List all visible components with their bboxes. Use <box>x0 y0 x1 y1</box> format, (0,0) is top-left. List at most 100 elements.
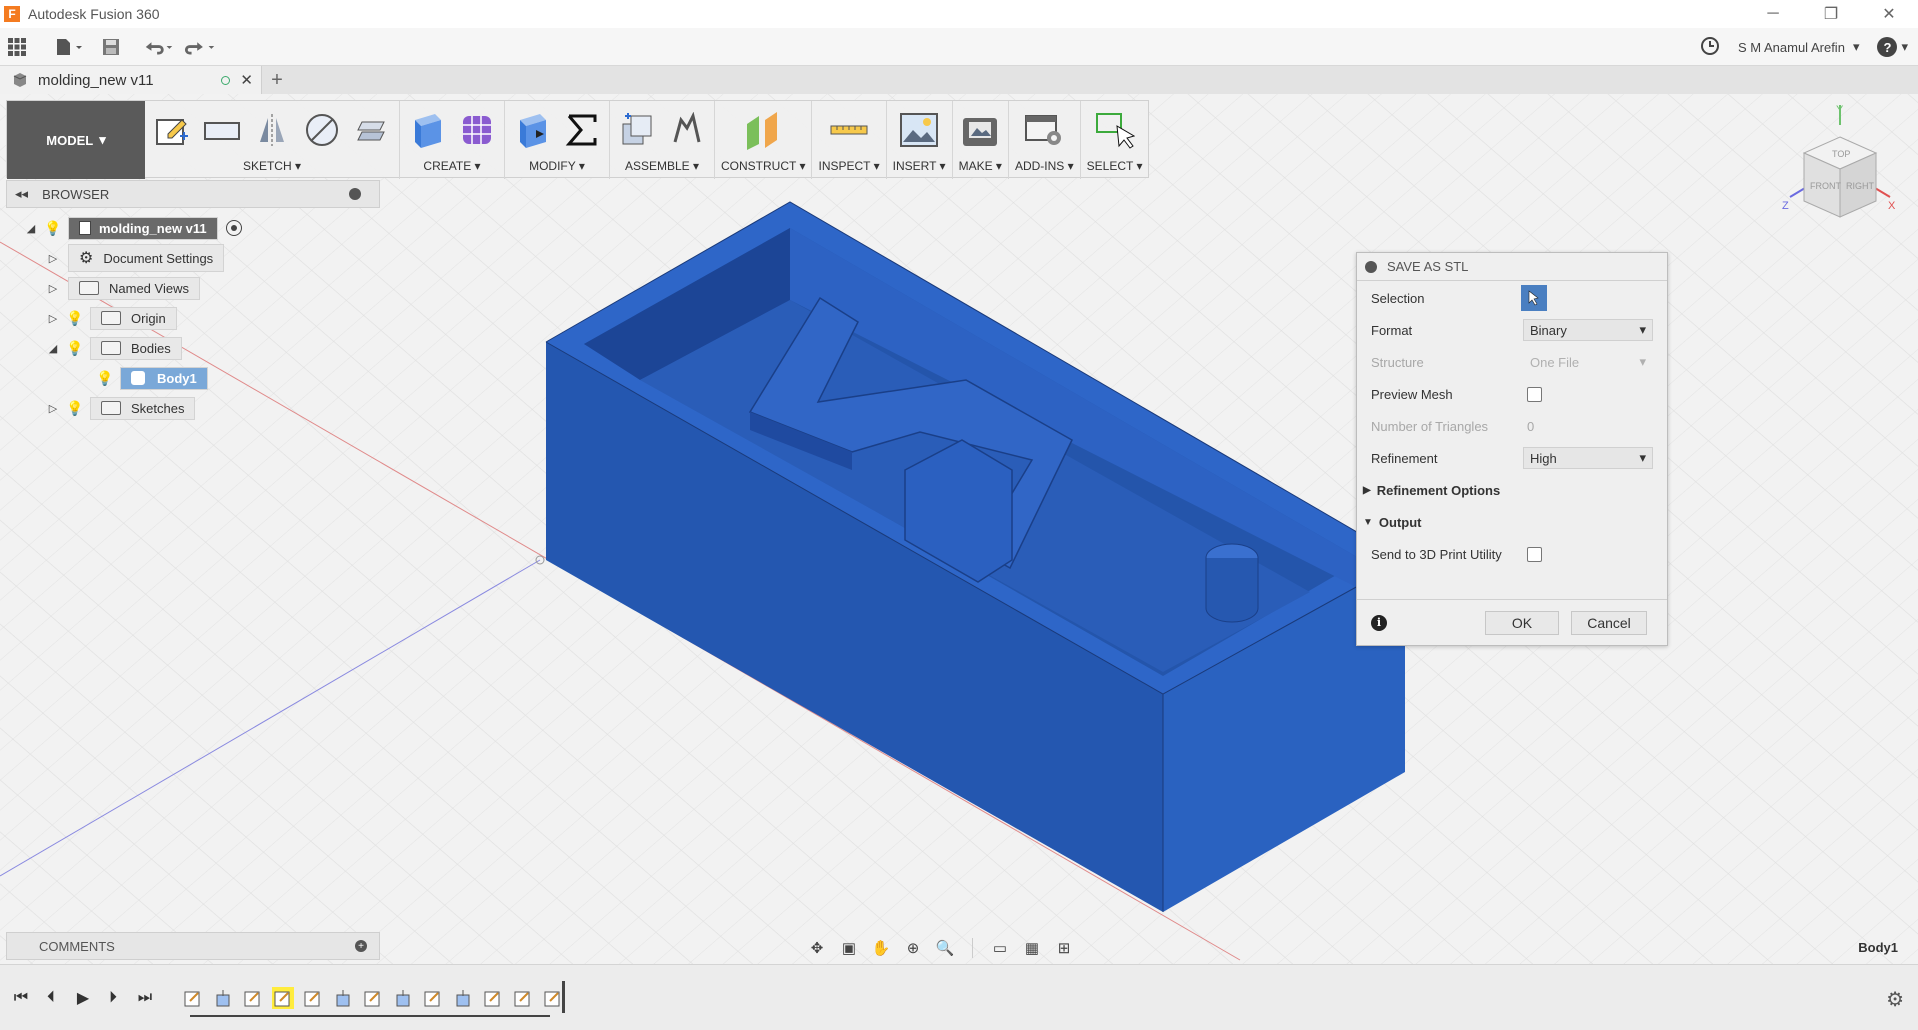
timeline-extrude-feature[interactable] <box>452 987 474 1009</box>
viewports-icon[interactable]: ⊞ <box>1053 937 1075 959</box>
insert-group-label[interactable]: INSERT ▾ <box>893 159 946 173</box>
create-group-label[interactable]: CREATE ▾ <box>423 159 480 173</box>
inspect-group-label[interactable]: INSPECT ▾ <box>818 159 879 173</box>
close-window-button[interactable]: ✕ <box>1860 0 1918 28</box>
fit-icon[interactable]: 🔍 <box>934 937 956 959</box>
data-panel-grid-icon[interactable] <box>0 32 34 62</box>
expand-triangle-icon[interactable]: ▷ <box>46 281 60 295</box>
ok-button[interactable]: OK <box>1485 610 1559 635</box>
timeline-sketch-feature[interactable] <box>242 987 264 1009</box>
selection-cursor-button[interactable] <box>1521 285 1547 311</box>
tree-item-document-settings[interactable]: ▷ ⚙ Document Settings <box>46 244 225 272</box>
add-comment-icon[interactable]: + <box>355 940 367 952</box>
circle-icon[interactable] <box>301 109 343 151</box>
tree-item-named-views[interactable]: ▷ Named Views <box>46 276 200 300</box>
tab-molding-new[interactable]: molding_new v11 ✕ <box>0 66 262 94</box>
scripts-addins-icon[interactable] <box>1023 109 1065 151</box>
output-section[interactable]: ▼ Output <box>1363 515 1422 530</box>
help-menu[interactable]: ? ▾ <box>1877 37 1908 57</box>
comments-panel[interactable]: COMMENTS + <box>6 932 380 960</box>
insert-image-icon[interactable] <box>898 109 940 151</box>
select-cursor-icon[interactable] <box>1094 109 1136 151</box>
expand-triangle-icon[interactable]: ◢ <box>24 221 38 235</box>
timeline-sketch-feature[interactable] <box>482 987 504 1009</box>
offset-plane-icon[interactable] <box>742 109 784 151</box>
redo-icon[interactable] <box>184 32 218 62</box>
sketch-group-label[interactable]: SKETCH ▾ <box>243 159 301 173</box>
look-at-icon[interactable]: ▣ <box>838 937 860 959</box>
step-back-icon[interactable]: ⏴ <box>40 987 62 1009</box>
dialog-header[interactable]: SAVE AS STL <box>1357 253 1667 281</box>
go-to-end-icon[interactable]: ⏭ <box>134 987 156 1009</box>
modify-group-label[interactable]: MODIFY ▾ <box>529 159 585 173</box>
make-group-label[interactable]: MAKE ▾ <box>959 159 1002 173</box>
timeline-sketch-feature[interactable] <box>362 987 384 1009</box>
timeline-marker[interactable] <box>562 981 565 1013</box>
root-component-label[interactable]: molding_new v11 <box>68 216 218 240</box>
display-settings-icon[interactable]: ▭ <box>989 937 1011 959</box>
timeline-sketch-feature[interactable] <box>512 987 534 1009</box>
form-icon[interactable] <box>456 109 498 151</box>
timeline-settings-gear-icon[interactable]: ⚙ <box>1886 987 1904 1012</box>
format-select[interactable]: Binary ▾ <box>1523 319 1653 341</box>
visibility-bulb-icon[interactable]: 💡 <box>44 219 61 237</box>
send-3d-print-checkbox[interactable] <box>1527 546 1542 562</box>
assemble-group-label[interactable]: ASSEMBLE ▾ <box>625 159 699 173</box>
add-ins-group-label[interactable]: ADD-INS ▾ <box>1015 159 1074 173</box>
play-icon[interactable]: ▶ <box>72 987 94 1009</box>
measure-icon[interactable] <box>828 109 870 151</box>
timeline-sketch-feature[interactable] <box>422 987 444 1009</box>
tree-item-origin[interactable]: ▷ 💡 Origin <box>46 306 177 330</box>
timeline-sketch-feature[interactable] <box>182 987 204 1009</box>
minimize-button[interactable]: ─ <box>1744 0 1802 28</box>
orbit-icon[interactable]: ✥ <box>806 937 828 959</box>
tree-item-bodies[interactable]: ◢ 💡 Bodies <box>46 336 182 360</box>
new-component-icon[interactable] <box>616 109 658 151</box>
visibility-bulb-icon[interactable]: 💡 <box>96 369 113 387</box>
timeline-sketch-feature[interactable] <box>542 987 564 1009</box>
parameters-sigma-icon[interactable] <box>561 109 603 151</box>
browser-panel-header[interactable]: ◂◂ BROWSER <box>6 180 380 208</box>
timeline-sketch-feature-highlighted[interactable] <box>272 987 294 1009</box>
tree-item-body1[interactable]: 💡 Body1 <box>96 366 208 390</box>
timeline-extrude-feature[interactable] <box>212 987 234 1009</box>
timeline-sketch-feature[interactable] <box>302 987 324 1009</box>
file-menu-icon[interactable] <box>52 32 86 62</box>
project-icon[interactable] <box>351 109 393 151</box>
refinement-select[interactable]: High ▾ <box>1523 447 1653 469</box>
visibility-bulb-icon[interactable]: 💡 <box>66 309 83 327</box>
step-forward-icon[interactable]: ⏵ <box>102 987 124 1009</box>
visibility-bulb-icon[interactable]: 💡 <box>66 339 83 357</box>
add-tab-button[interactable]: + <box>262 66 292 94</box>
create-sketch-icon[interactable] <box>151 109 193 151</box>
collapse-triangle-icon[interactable]: ◢ <box>46 341 60 355</box>
cancel-button[interactable]: Cancel <box>1571 610 1647 635</box>
workspace-switcher[interactable]: MODEL ▾ <box>7 101 145 179</box>
tree-item-sketches[interactable]: ▷ 💡 Sketches <box>46 396 196 420</box>
grid-icon[interactable]: ▦ <box>1021 937 1043 959</box>
rectangle-icon[interactable] <box>201 109 243 151</box>
construct-group-label[interactable]: CONSTRUCT ▾ <box>721 159 805 173</box>
pan-hand-icon[interactable]: ✋ <box>870 937 892 959</box>
viewcube[interactable]: TOP FRONT RIGHT Y X Z <box>1780 104 1900 225</box>
info-icon[interactable]: i <box>1371 614 1387 631</box>
mirror-icon[interactable] <box>251 109 293 151</box>
press-pull-icon[interactable] <box>511 109 553 151</box>
expand-triangle-icon[interactable]: ▷ <box>46 251 60 265</box>
restore-button[interactable]: ❐ <box>1802 0 1860 28</box>
go-to-start-icon[interactable]: ⏮ <box>10 987 32 1009</box>
save-icon[interactable] <box>94 32 128 62</box>
activate-radio-icon[interactable] <box>225 220 242 236</box>
joint-icon[interactable] <box>666 109 708 151</box>
minimize-browser-icon[interactable] <box>349 188 361 200</box>
job-status-icon[interactable] <box>1700 36 1720 59</box>
expand-triangle-icon[interactable]: ▷ <box>46 311 60 325</box>
refinement-options-section[interactable]: ▶ Refinement Options <box>1363 483 1500 498</box>
close-tab-icon[interactable]: ✕ <box>240 71 253 89</box>
visibility-bulb-icon[interactable]: 💡 <box>66 399 83 417</box>
user-menu[interactable]: S M Anamul Arefin ▾ <box>1738 39 1859 55</box>
collapse-left-icon[interactable]: ◂◂ <box>15 186 28 202</box>
timeline-extrude-feature[interactable] <box>332 987 354 1009</box>
extrude-icon[interactable] <box>406 109 448 151</box>
preview-mesh-checkbox[interactable] <box>1527 386 1542 402</box>
